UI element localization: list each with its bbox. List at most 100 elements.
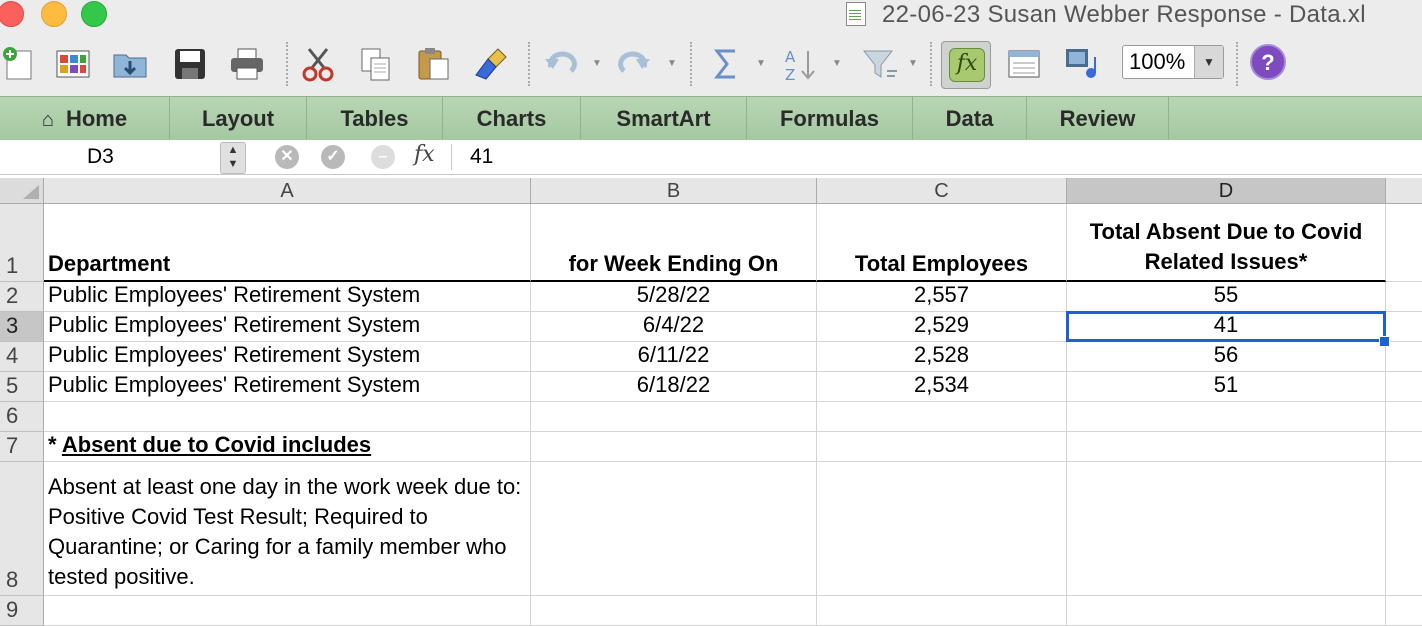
cell-b7[interactable] [531, 432, 817, 462]
chevron-down-icon[interactable]: ▼ [1194, 46, 1223, 78]
sidebar-icon[interactable] [1004, 44, 1044, 84]
undo-icon[interactable] [540, 44, 580, 84]
save-icon[interactable] [170, 44, 210, 84]
ribbon-tabs: ⌂ Home Layout Tables Charts SmartArt Form… [0, 96, 1422, 141]
cell-b8[interactable] [531, 462, 817, 596]
row-header-1[interactable]: 1 [0, 204, 44, 282]
close-window-button[interactable] [0, 1, 24, 27]
tab-data[interactable]: Data [913, 97, 1027, 140]
cell-d2[interactable]: 55 [1067, 282, 1386, 312]
cell-c7[interactable] [817, 432, 1067, 462]
selected-cell-outline [1066, 311, 1386, 342]
confirm-icon[interactable]: ✓ [321, 145, 345, 169]
cell-a8[interactable]: Absent at least one day in the work week… [44, 462, 531, 596]
cell-e8[interactable] [1386, 462, 1422, 596]
filter-icon[interactable] [860, 44, 900, 84]
cell-c1[interactable]: Total Employees [817, 204, 1067, 282]
cell-c4[interactable]: 2,528 [817, 342, 1067, 372]
insert-function-icon[interactable]: fx [414, 142, 435, 167]
row-header-6[interactable]: 6 [0, 402, 44, 432]
zoom-window-button[interactable] [81, 1, 107, 27]
tab-review[interactable]: Review [1027, 97, 1169, 140]
open-folder-icon[interactable] [110, 44, 150, 84]
fill-handle[interactable] [1379, 336, 1390, 347]
cell-a5[interactable]: Public Employees' Retirement System [44, 372, 531, 402]
tab-smartart[interactable]: SmartArt [581, 97, 747, 140]
cell-e3[interactable] [1386, 312, 1422, 342]
cell-d6[interactable] [1067, 402, 1386, 432]
formula-bar: D3 ▲ ▼ ✕ ✓ – fx 41 [0, 140, 1422, 175]
cell-a3[interactable]: Public Employees' Retirement System [44, 312, 531, 342]
cell-c6[interactable] [817, 402, 1067, 432]
cell-a6[interactable] [44, 402, 531, 432]
standard-toolbar: ▼ ▼ ▼ AZ ▼ ▼ fx 100% ▼ ? [0, 28, 1422, 96]
cell-d7[interactable] [1067, 432, 1386, 462]
cell-b4[interactable]: 6/11/22 [531, 342, 817, 372]
row-header-8[interactable]: 8 [0, 462, 44, 596]
scissors-icon[interactable] [298, 44, 338, 84]
sigma-icon[interactable] [706, 44, 746, 84]
column-header-a[interactable]: A [44, 178, 531, 204]
cell-b2[interactable]: 5/28/22 [531, 282, 817, 312]
cell-d4[interactable]: 56 [1067, 342, 1386, 372]
row-header-7[interactable]: 7 [0, 432, 44, 462]
fx-icon: fx [949, 48, 985, 82]
formula-builder-button[interactable]: fx [941, 41, 991, 89]
title-bar: 22-06-23 Susan Webber Response - Data.xl [0, 0, 1422, 28]
print-icon[interactable] [227, 44, 267, 84]
gallery-icon[interactable] [53, 44, 93, 84]
home-icon: ⌂ [41, 109, 54, 131]
sort-icon[interactable]: AZ [780, 44, 820, 84]
row-header-5[interactable]: 5 [0, 372, 44, 402]
copy-icon[interactable] [356, 44, 396, 84]
cell-d5[interactable]: 51 [1067, 372, 1386, 402]
svg-text:A: A [785, 48, 796, 66]
tab-tables[interactable]: Tables [307, 97, 443, 140]
cell-b1[interactable]: for Week Ending On [531, 204, 817, 282]
tab-charts[interactable]: Charts [443, 97, 581, 140]
minimize-window-button[interactable] [41, 1, 67, 27]
cell-b6[interactable] [531, 402, 817, 432]
cell-c2[interactable]: 2,557 [817, 282, 1067, 312]
redo-icon[interactable] [615, 44, 655, 84]
cell-a1[interactable]: Department [44, 204, 531, 282]
column-header-d[interactable]: D [1067, 178, 1386, 204]
cell-e1[interactable] [1386, 204, 1422, 282]
zoom-value: 100% [1129, 49, 1186, 74]
row-header-4[interactable]: 4 [0, 342, 44, 372]
cell-c5[interactable]: 2,534 [817, 372, 1067, 402]
column-header-b[interactable]: B [531, 178, 817, 204]
cell-e2[interactable] [1386, 282, 1422, 312]
column-header-c[interactable]: C [817, 178, 1067, 204]
select-all-button[interactable] [0, 178, 44, 204]
paste-icon[interactable] [413, 44, 453, 84]
tab-layout[interactable]: Layout [170, 97, 307, 140]
zoom-select[interactable]: 100% ▼ [1122, 45, 1224, 79]
tab-formulas[interactable]: Formulas [747, 97, 913, 140]
name-box-stepper[interactable]: ▲ ▼ [220, 142, 246, 174]
row-header-2[interactable]: 2 [0, 282, 44, 312]
row-header-3[interactable]: 3 [0, 312, 44, 342]
cell-c3[interactable]: 2,529 [817, 312, 1067, 342]
cell-e4[interactable] [1386, 342, 1422, 372]
cell-a2[interactable]: Public Employees' Retirement System [44, 282, 531, 312]
cell-a4[interactable]: Public Employees' Retirement System [44, 342, 531, 372]
column-header-e[interactable] [1386, 178, 1422, 204]
cell-a7[interactable]: * Absent due to Covid includes [44, 432, 531, 462]
cancel-icon[interactable]: ✕ [275, 145, 299, 169]
cell-e6[interactable] [1386, 402, 1422, 432]
cell-e7[interactable] [1386, 432, 1422, 462]
help-icon[interactable]: ? [1250, 44, 1286, 80]
tab-home[interactable]: ⌂ Home [0, 97, 170, 140]
cell-e5[interactable] [1386, 372, 1422, 402]
cell-d1[interactable]: Total Absent Due to Covid Related Issues… [1067, 204, 1386, 282]
cell-b3[interactable]: 6/4/22 [531, 312, 817, 342]
cell-c8[interactable] [817, 462, 1067, 596]
cell-d8[interactable] [1067, 462, 1386, 596]
cell-b5[interactable]: 6/18/22 [531, 372, 817, 402]
brush-icon[interactable] [471, 44, 511, 84]
formula-input[interactable]: 41 [470, 140, 493, 174]
new-doc-icon[interactable] [0, 44, 40, 84]
media-icon[interactable] [1062, 44, 1102, 84]
name-box[interactable]: D3 [0, 140, 216, 174]
